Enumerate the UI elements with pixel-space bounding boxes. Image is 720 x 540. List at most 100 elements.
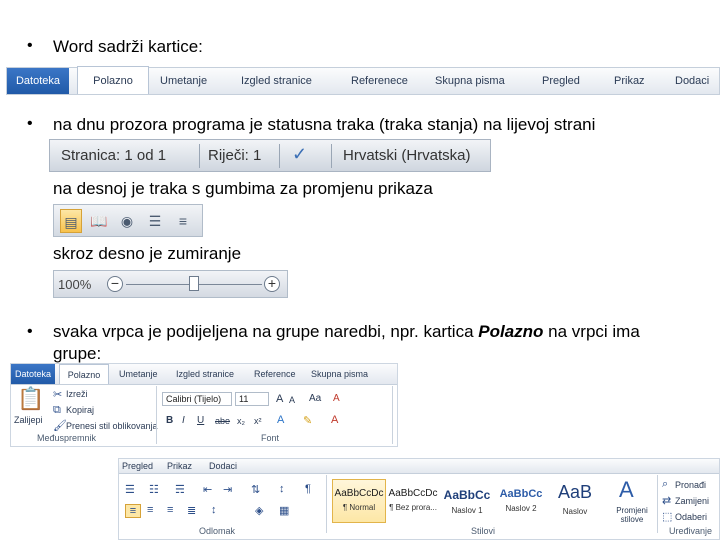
divider: [392, 386, 393, 444]
justify-icon[interactable]: ≣: [187, 504, 196, 517]
style-sample: AaBbCc: [443, 488, 491, 502]
copy-button[interactable]: Kopiraj: [66, 405, 94, 415]
ribbon-panel-clipboard-font: Datoteka Polazno Umetanje Izgled stranic…: [10, 363, 398, 447]
align-left-icon[interactable]: ≡: [125, 504, 141, 518]
web-layout-icon[interactable]: ◉: [116, 209, 138, 233]
subscript-button[interactable]: x₂: [237, 416, 245, 426]
style-heading-2[interactable]: AaBbCc Naslov 2: [494, 479, 548, 523]
tab-dodaci[interactable]: Dodaci: [209, 459, 237, 473]
divider: [199, 144, 200, 168]
find-button[interactable]: Pronađi: [675, 480, 706, 490]
font-size-select[interactable]: 11: [235, 392, 269, 406]
replace-icon: ⇄: [662, 495, 672, 507]
strikethrough-button[interactable]: abe: [215, 416, 230, 426]
group-label-font: Font: [261, 433, 280, 443]
ribbon-panel-paragraph-styles: Pregled Prikaz Dodaci ☰ ☷ ☴ ⇤ ⇥ ⇅ ↕ ¶ ≡ …: [118, 458, 720, 540]
decrease-indent-icon[interactable]: ⇤: [203, 483, 212, 496]
print-layout-icon[interactable]: ▤: [60, 209, 82, 233]
clear-formatting-icon[interactable]: A: [333, 393, 340, 404]
superscript-button[interactable]: x²: [254, 416, 262, 426]
tab-datoteka[interactable]: Datoteka: [11, 364, 55, 384]
divider: [326, 475, 327, 533]
draft-icon[interactable]: ≡: [172, 209, 194, 233]
bullet: •: [27, 37, 33, 54]
tab-pregled[interactable]: Pregled: [122, 459, 153, 473]
change-case-button[interactable]: Aa: [309, 393, 321, 404]
language-indicator[interactable]: Hrvatski (Hrvatska): [343, 147, 471, 164]
select-button[interactable]: Odaberi: [675, 512, 707, 522]
sort-icon[interactable]: ⇅: [251, 483, 260, 496]
proofing-icon[interactable]: ✓: [292, 144, 307, 165]
style-heading-1[interactable]: AaBbCc Naslov 1: [440, 479, 494, 523]
select-icon: ⬚: [662, 511, 673, 523]
tab-umetanje[interactable]: Umetanje: [160, 68, 207, 94]
text-line-groups-cont: grupe:: [53, 344, 102, 363]
zoom-level[interactable]: 100%: [58, 277, 91, 292]
tab-prikaz[interactable]: Prikaz: [614, 68, 645, 94]
underline-button[interactable]: U: [197, 415, 204, 426]
text-segment: na vrpci ima: [543, 322, 640, 341]
cut-icon: ✂: [53, 389, 63, 401]
group-label-paragraph: Odlomak: [199, 526, 236, 536]
style-name: ¶ Normal: [342, 503, 376, 512]
tab-umetanje[interactable]: Umetanje: [119, 364, 158, 384]
divider: [657, 475, 658, 533]
grow-font-icon[interactable]: A: [276, 393, 283, 405]
style-title[interactable]: AaB Naslov: [548, 479, 602, 523]
bullets-icon[interactable]: ☰: [125, 483, 135, 496]
text-line-statusbar: na dnu prozora programa je statusna trak…: [53, 115, 596, 134]
style-normal[interactable]: AaBbCcDc ¶ Normal: [332, 479, 386, 523]
tab-pregled[interactable]: Pregled: [542, 68, 580, 94]
style-name: Naslov: [562, 507, 588, 516]
font-name-select[interactable]: Calibri (Tijelo): [162, 392, 232, 406]
shrink-font-icon[interactable]: A: [289, 395, 295, 405]
change-styles-icon[interactable]: A: [619, 477, 634, 503]
style-no-spacing[interactable]: AaBbCcDc ¶ Bez prora...: [386, 479, 440, 523]
font-color-icon[interactable]: A: [331, 414, 338, 426]
tab-skupna-pisma[interactable]: Skupna pisma: [311, 364, 368, 384]
word-count[interactable]: Riječi: 1: [208, 147, 261, 164]
align-right-icon[interactable]: ≡: [167, 504, 173, 516]
tab-reference[interactable]: Referenece: [351, 68, 408, 94]
show-marks-icon[interactable]: ¶: [305, 483, 311, 495]
align-center-icon[interactable]: ≡: [147, 504, 153, 516]
tab-dodaci[interactable]: Dodaci: [675, 68, 709, 94]
format-painter-button[interactable]: Prenesi stil oblikovanja: [66, 421, 158, 431]
tab-izgled-stranice[interactable]: Izgled stranice: [176, 364, 234, 384]
zoom-out-icon[interactable]: −: [107, 276, 123, 292]
change-styles-button[interactable]: Promjeni stilove: [611, 506, 653, 524]
highlight-color-icon[interactable]: ✎: [303, 414, 312, 427]
sort-az-icon[interactable]: ↕: [279, 483, 285, 495]
numbering-icon[interactable]: ☷: [149, 483, 159, 496]
full-screen-reading-icon[interactable]: 📖: [88, 209, 110, 233]
find-icon: ⌕: [662, 478, 669, 490]
borders-icon[interactable]: ▦: [279, 504, 289, 517]
tab-datoteka[interactable]: Datoteka: [7, 68, 69, 94]
tab-polazno[interactable]: Polazno: [59, 364, 109, 384]
tab-izgled-stranice[interactable]: Izgled stranice: [241, 68, 312, 94]
tab-polazno[interactable]: Polazno: [77, 66, 149, 94]
divider: [156, 386, 157, 444]
zoom-in-icon[interactable]: +: [264, 276, 280, 292]
line-spacing-icon[interactable]: ↕: [211, 504, 217, 516]
multilevel-list-icon[interactable]: ☴: [175, 483, 185, 496]
paste-button[interactable]: Zalijepi: [14, 415, 43, 425]
cut-button[interactable]: Izreži: [66, 389, 88, 399]
replace-button[interactable]: Zamijeni: [675, 496, 709, 506]
increase-indent-icon[interactable]: ⇥: [223, 483, 232, 496]
tab-reference[interactable]: Reference: [254, 364, 296, 384]
bold-button[interactable]: B: [166, 415, 173, 426]
italic-button[interactable]: I: [182, 415, 185, 426]
tab-skupna-pisma[interactable]: Skupna pisma: [435, 68, 505, 94]
shading-icon[interactable]: ◈: [255, 504, 263, 517]
divider: [331, 144, 332, 168]
zoom-slider-thumb[interactable]: [189, 276, 199, 291]
group-label-editing: Uređivanje: [669, 526, 713, 536]
tab-prikaz[interactable]: Prikaz: [167, 459, 192, 473]
status-bar: Stranica: 1 od 1 Riječi: 1 ✓ Hrvatski (H…: [49, 139, 491, 172]
page-count[interactable]: Stranica: 1 od 1: [61, 147, 166, 164]
text-line-zoom: skroz desno je zumiranje: [53, 244, 242, 263]
text-effects-icon[interactable]: A: [277, 414, 284, 426]
paste-icon[interactable]: 📋: [17, 386, 44, 412]
outline-icon[interactable]: ☰: [144, 209, 166, 233]
